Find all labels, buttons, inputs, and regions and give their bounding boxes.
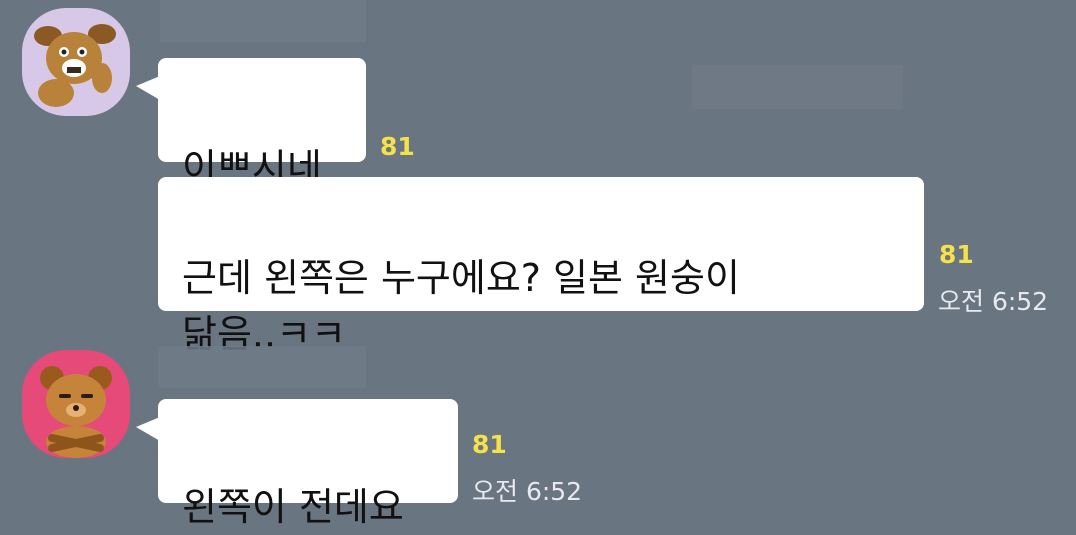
message-time: 오전 6:52	[938, 287, 1049, 316]
unread-count: 81	[939, 240, 974, 269]
dog-character-avatar-icon[interactable]	[22, 8, 130, 116]
message-time: 오전 6:52	[472, 477, 583, 506]
redacted-area	[692, 65, 903, 109]
message-text: 왼쪽이 전데요	[182, 485, 404, 529]
message-bubble[interactable]: 근데 왼쪽은 누구에요? 일본 원숭이 닮음..ㅋㅋ	[158, 177, 924, 356]
sender-name-redacted	[158, 346, 366, 388]
bear-character-avatar-icon[interactable]	[22, 350, 130, 458]
message-text: 근데 왼쪽은 누구에요? 일본 원숭이 닮음..ㅋㅋ	[182, 256, 740, 356]
message-bubble[interactable]: 왼쪽이 전데요	[136, 399, 458, 529]
chat-room: 이쁘시네 81 근데 왼쪽은 누구에요? 일본 원숭이 닮음..ㅋㅋ 81 오전…	[0, 0, 1076, 529]
unread-count: 81	[472, 430, 507, 459]
unread-count: 81	[380, 132, 415, 161]
sender-name-redacted	[160, 0, 366, 42]
message-bubble[interactable]: 이쁘시네	[136, 58, 366, 190]
